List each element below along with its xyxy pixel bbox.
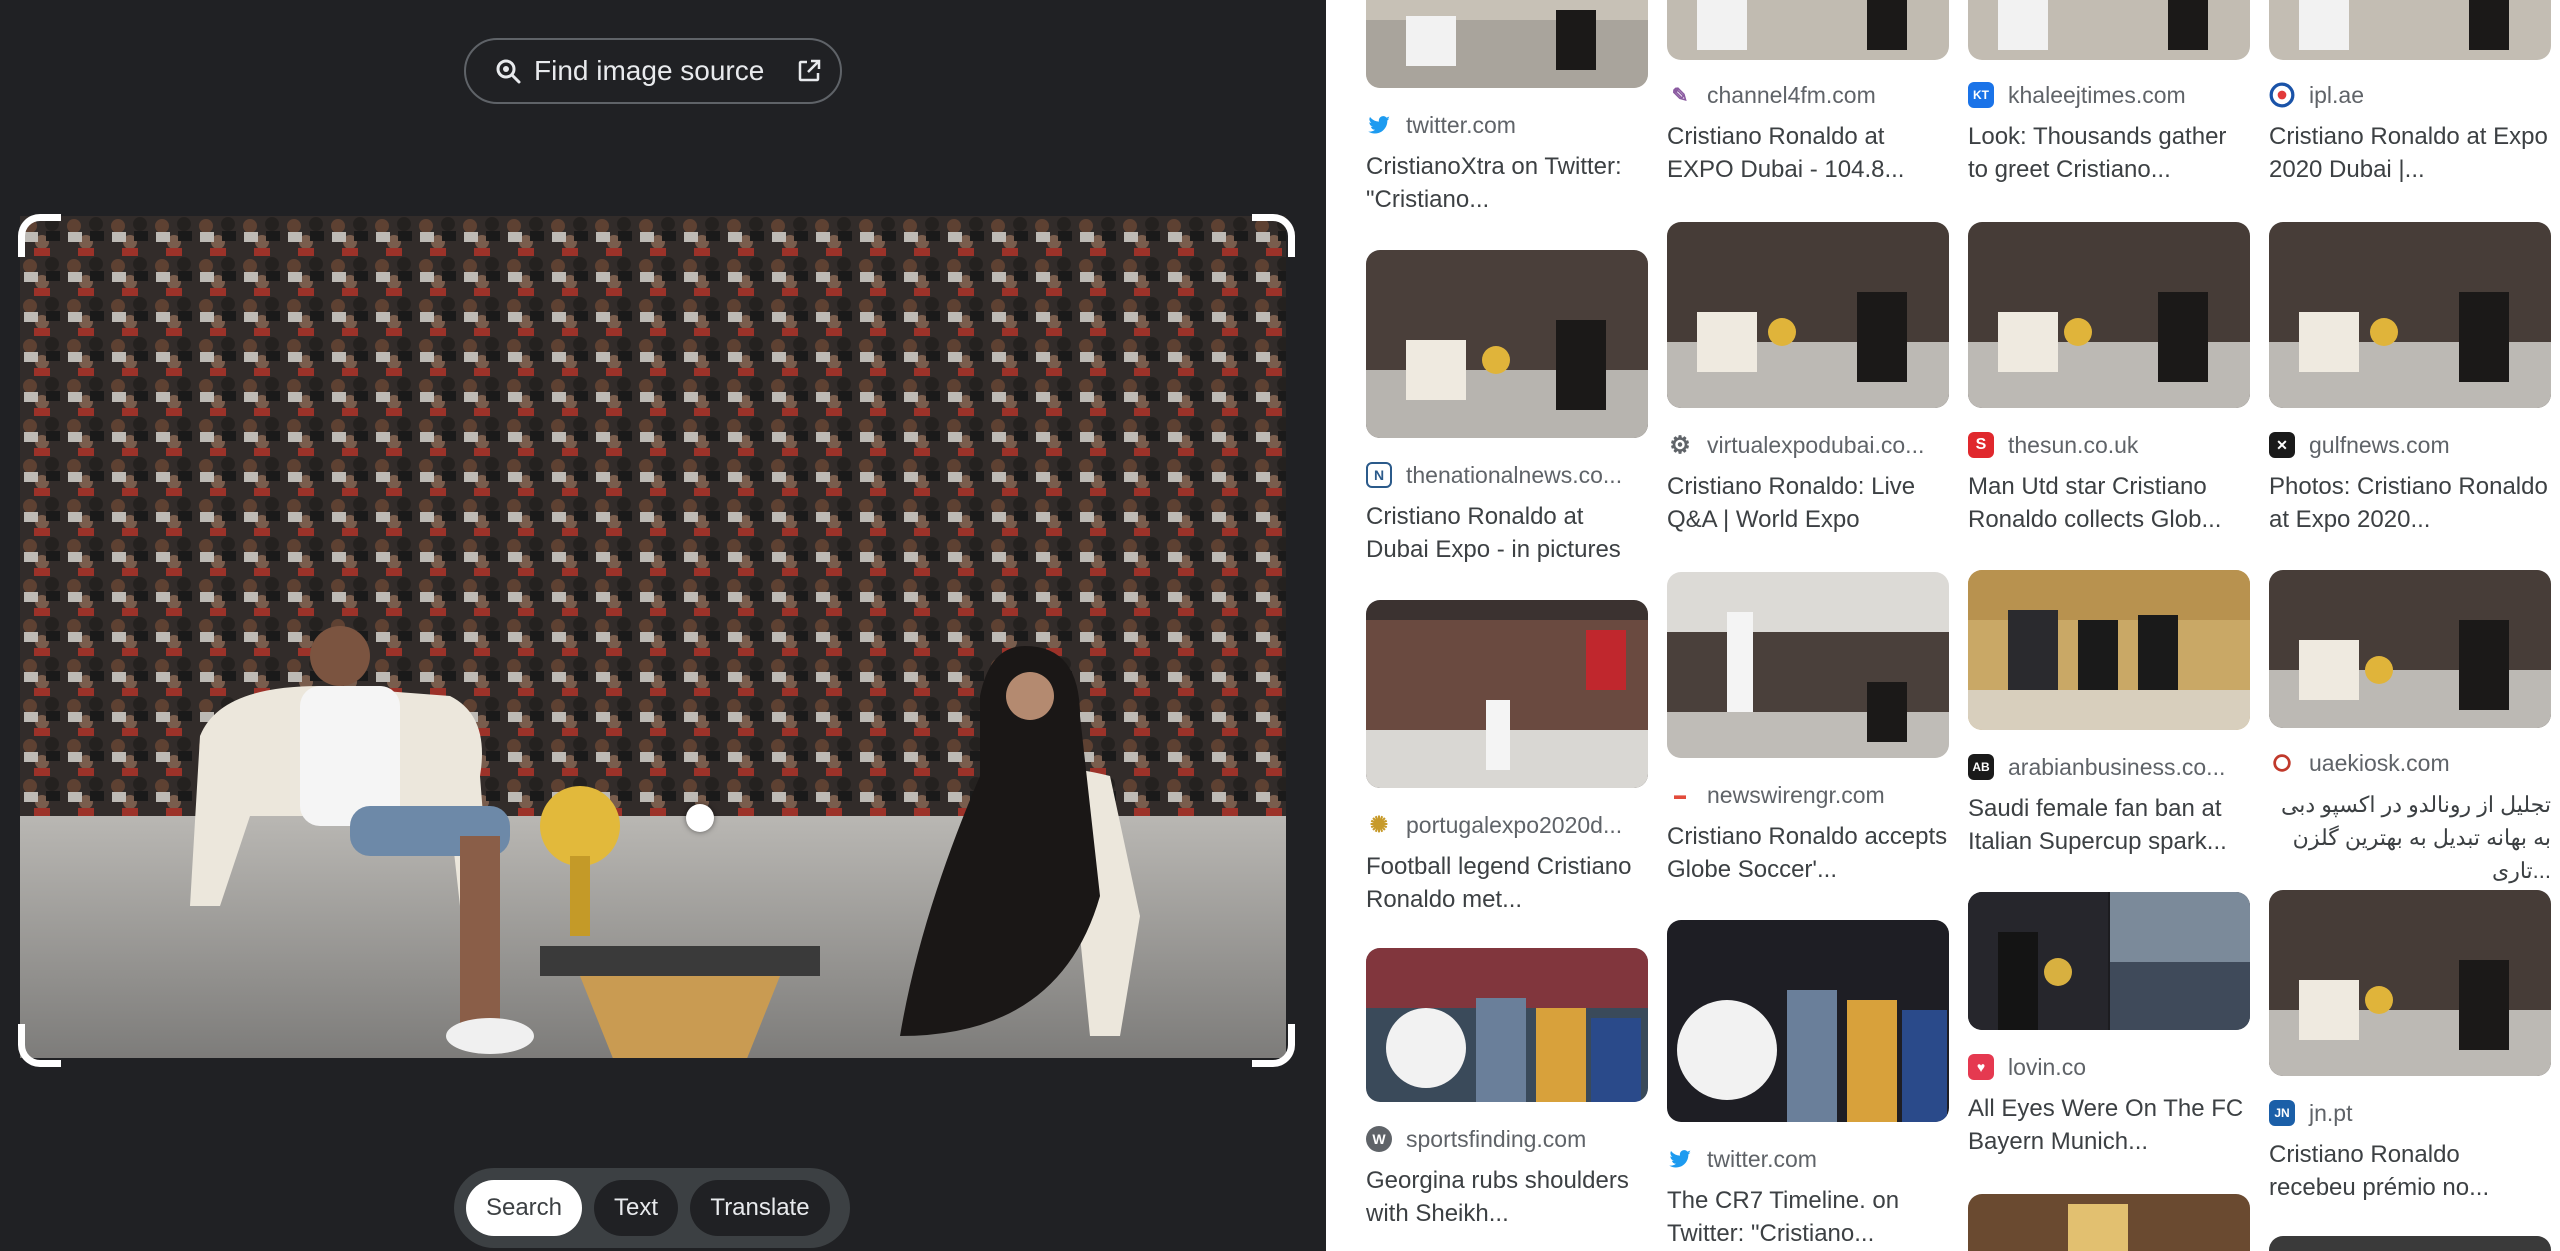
- result-title[interactable]: The CR7 Timeline. on Twitter: "Cristiano…: [1667, 1184, 1949, 1250]
- open-external-icon: [796, 58, 822, 84]
- result-title[interactable]: Cristiano Ronaldo at Dubai Expo - in pic…: [1366, 500, 1648, 566]
- result-source: KT khaleejtimes.com: [1968, 80, 2250, 110]
- crowd-stage-photo: [20, 216, 1286, 1058]
- result-source: ⚙ virtualexpodubai.co...: [1667, 430, 1949, 460]
- result-title[interactable]: Look: Thousands gather to greet Cristian…: [1968, 120, 2250, 186]
- result-title[interactable]: All Eyes Were On The FC Bayern Munich...: [1968, 1092, 2250, 1158]
- result-source: Wsportsfinding.com: [1366, 1124, 1648, 1154]
- result-thumbnail: [2269, 570, 2551, 728]
- result-thumbnail: [1968, 222, 2250, 408]
- arabianbusiness-icon: AB: [1968, 754, 1994, 780]
- result-thumbnail: [1366, 600, 1648, 788]
- result-source: Sthesun.co.uk: [1968, 430, 2250, 460]
- mode-text-button[interactable]: Text: [594, 1180, 678, 1236]
- result-thumbnail: [1968, 1194, 2250, 1251]
- result-thumbnail: [2269, 1236, 2551, 1251]
- result-source: uaekiosk.com: [2269, 748, 2551, 778]
- portugalexpo-icon: ✺: [1369, 812, 1389, 837]
- result-title[interactable]: Man Utd star Cristiano Ronaldo collects …: [1968, 470, 2250, 536]
- result-title[interactable]: Cristiano Ronaldo at EXPO Dubai - 104.8.…: [1667, 120, 1949, 186]
- crop-handle-top-right[interactable]: [1252, 214, 1295, 257]
- result-source: ipl.ae: [2269, 80, 2551, 110]
- result-thumbnail: [1366, 250, 1648, 438]
- result-title[interactable]: Cristiano Ronaldo at Expo 2020 Dubai |..…: [2269, 120, 2551, 186]
- uaekiosk-icon: [2269, 750, 2295, 776]
- find-image-source-button[interactable]: Find image source: [464, 38, 842, 104]
- result-title[interactable]: تجلیل از رونالدو در اکسپو دبی به بهانه ت…: [2269, 788, 2551, 887]
- crop-handle-top-left[interactable]: [18, 214, 61, 257]
- main-image[interactable]: [20, 216, 1286, 1058]
- mode-search-button[interactable]: Search: [466, 1180, 582, 1236]
- result-source: twitter.com: [1366, 110, 1648, 140]
- result-source: twitter.com: [1667, 1144, 1949, 1174]
- result-title[interactable]: Photos: Cristiano Ronaldo at Expo 2020..…: [2269, 470, 2551, 536]
- result-title[interactable]: Cristiano Ronaldo accepts Globe Soccer'.…: [1667, 820, 1949, 886]
- result-source: Nthenationalnews.co...: [1366, 460, 1648, 490]
- newswire-icon: ▬: [1674, 788, 1686, 802]
- result-title[interactable]: Saudi female fan ban at Italian Supercup…: [1968, 792, 2250, 858]
- thenationalnews-icon: N: [1366, 462, 1392, 488]
- result-title[interactable]: Cristiano Ronaldo: Live Q&A | World Expo: [1667, 470, 1949, 536]
- result-title[interactable]: Cristiano Ronaldo recebeu prémio no...: [2269, 1138, 2551, 1204]
- focus-point-dot[interactable]: [686, 804, 714, 832]
- mode-switcher: Search Text Translate: [454, 1168, 850, 1248]
- result-source: JN jn.pt: [2269, 1098, 2551, 1128]
- lovin-icon: ♥: [1968, 1054, 1994, 1080]
- result-source: ✎ channel4fm.com: [1667, 80, 1949, 110]
- result-source: ▬ newswirengr.com: [1667, 780, 1949, 810]
- wordpress-icon: W: [1366, 1126, 1392, 1152]
- result-thumbnail: [1968, 892, 2250, 1030]
- result-thumbnail: [1667, 0, 1949, 60]
- result-title[interactable]: Georgina rubs shoulders with Sheikh...: [1366, 1164, 1648, 1230]
- result-thumbnail: [1667, 222, 1949, 408]
- results-panel: twitter.com CristianoXtra on Twitter: "C…: [1326, 0, 2560, 1251]
- result-source: ✕ gulfnews.com: [2269, 430, 2551, 460]
- find-image-source-label: Find image source: [534, 55, 765, 86]
- thesun-icon: S: [1968, 432, 1994, 458]
- crop-handle-bottom-left[interactable]: [18, 1024, 61, 1067]
- virtualexpo-icon: ⚙: [1669, 431, 1691, 459]
- twitter-icon: [1667, 1146, 1693, 1172]
- result-thumbnail: [2269, 0, 2551, 60]
- channel4fm-icon: ✎: [1671, 84, 1689, 107]
- image-panel: Find image source Search Text Translate: [0, 0, 1326, 1251]
- result-thumbnail: [2269, 222, 2551, 408]
- mode-translate-button[interactable]: Translate: [690, 1180, 830, 1236]
- result-title[interactable]: Football legend Cristiano Ronaldo met...: [1366, 850, 1648, 916]
- result-source: ♥ lovin.co: [1968, 1052, 2250, 1082]
- result-source: ✺ portugalexpo2020d...: [1366, 810, 1648, 840]
- jn-icon: JN: [2269, 1100, 2295, 1126]
- result-thumbnail: [1667, 920, 1949, 1122]
- ipl-icon: [2269, 82, 2295, 108]
- khaleejtimes-icon: KT: [1968, 82, 1994, 108]
- result-thumbnail: [1968, 0, 2250, 60]
- crop-handle-bottom-right[interactable]: [1252, 1024, 1295, 1067]
- result-title[interactable]: CristianoXtra on Twitter: "Cristiano...: [1366, 150, 1648, 216]
- twitter-icon: [1366, 112, 1392, 138]
- result-thumbnail: [1366, 948, 1648, 1102]
- result-thumbnail: [1968, 570, 2250, 730]
- gulfnews-icon: ✕: [2269, 432, 2295, 458]
- result-thumbnail: [2269, 890, 2551, 1076]
- result-thumbnail: [1366, 0, 1648, 88]
- result-source: AB arabianbusiness.co...: [1968, 752, 2250, 782]
- result-thumbnail: [1667, 572, 1949, 758]
- lens-search-icon: [494, 57, 522, 85]
